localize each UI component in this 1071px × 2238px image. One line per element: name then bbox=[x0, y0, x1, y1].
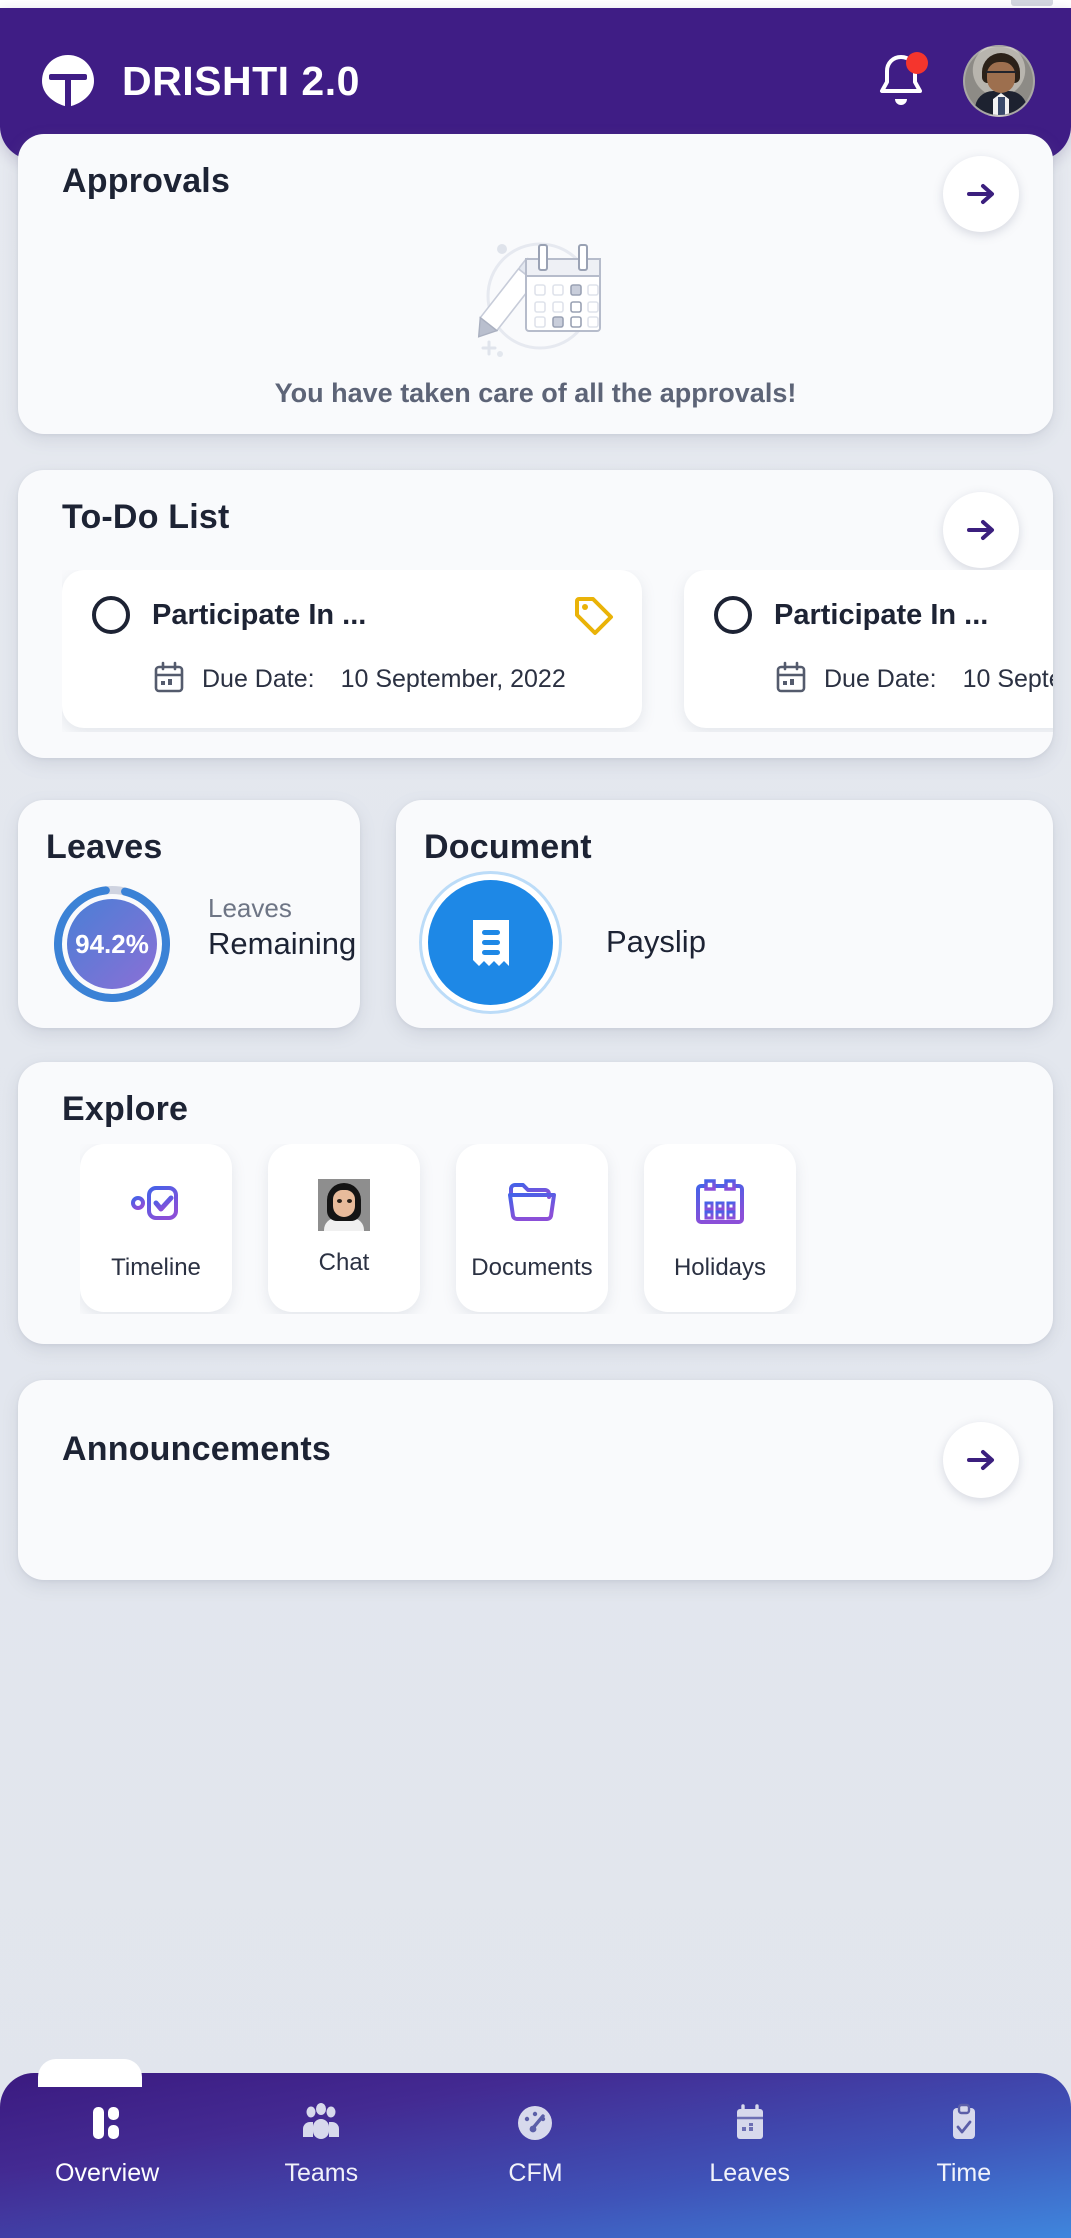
status-notch bbox=[1011, 0, 1053, 6]
explore-item-label: Documents bbox=[471, 1253, 593, 1281]
announcements-title: Announcements bbox=[62, 1430, 331, 1468]
explore-item-documents[interactable]: Documents bbox=[456, 1144, 608, 1312]
people-icon bbox=[297, 2099, 345, 2147]
todo-item-name: Participate In ... bbox=[152, 598, 367, 631]
receipt-icon[interactable] bbox=[428, 880, 553, 1005]
document-title: Document bbox=[424, 828, 592, 866]
timeline-check-icon bbox=[128, 1175, 184, 1236]
leaves-gauge: 94.2% bbox=[54, 886, 170, 1002]
calendar-leaves-icon bbox=[726, 2099, 774, 2147]
approvals-arrow-button[interactable] bbox=[943, 156, 1019, 232]
document-label: Payslip bbox=[606, 924, 706, 959]
notification-button[interactable] bbox=[873, 51, 929, 111]
explore-item-holidays[interactable]: Holidays bbox=[644, 1144, 796, 1312]
app-title: DRISHTI 2.0 bbox=[122, 57, 360, 104]
approvals-empty-message: You have taken care of all the approvals… bbox=[274, 378, 797, 408]
announcements-arrow-button[interactable] bbox=[943, 1422, 1019, 1498]
nav-item-label: Leaves bbox=[709, 2159, 790, 2187]
nav-item-time[interactable]: Time bbox=[869, 2099, 1059, 2188]
brand: DRISHTI 2.0 bbox=[36, 49, 360, 113]
todo-item-head: Participate In ... bbox=[714, 596, 1053, 634]
explore-item-label: Chat bbox=[318, 1249, 370, 1276]
approvals-card: Approvals You have taken care of all the… bbox=[18, 134, 1053, 434]
todo-item-name: Participate In ... bbox=[774, 598, 989, 631]
bottom-navigation: Overview Teams CFM Leaves Time bbox=[0, 2059, 1071, 2238]
notification-badge-dot bbox=[906, 52, 928, 74]
todo-item-due: Due Date: 10 September, 2022 bbox=[714, 660, 1053, 699]
list-item[interactable]: Participate In ... bbox=[684, 570, 1053, 728]
todo-title: To-Do List bbox=[62, 498, 230, 536]
leaves-percent: 94.2% bbox=[75, 928, 149, 959]
explore-card: Explore Timeline Chat Documents Holidays bbox=[18, 1062, 1053, 1344]
explore-item-chat[interactable]: Chat bbox=[268, 1144, 420, 1312]
todo-due-value: 10 September, 2022 bbox=[340, 665, 566, 693]
todo-card: To-Do List Participate In ... Due Date: … bbox=[18, 470, 1053, 758]
nav-item-label: Teams bbox=[284, 2159, 359, 2187]
announcements-card: Announcements bbox=[18, 1380, 1053, 1580]
drishti-logo-icon bbox=[36, 49, 100, 113]
todo-arrow-button[interactable] bbox=[943, 492, 1019, 568]
explore-item-timeline[interactable]: Timeline bbox=[80, 1144, 232, 1312]
folder-icon bbox=[504, 1175, 560, 1236]
circle-unchecked-icon[interactable] bbox=[92, 596, 130, 634]
explore-item-label: Timeline bbox=[111, 1253, 201, 1281]
avatar[interactable] bbox=[963, 45, 1035, 117]
explore-item-label: Holidays bbox=[673, 1253, 767, 1281]
arrow-right-icon bbox=[967, 1450, 994, 1470]
leaves-caption-bottom: Remaining bbox=[208, 925, 357, 961]
calendar-icon bbox=[774, 660, 808, 699]
arrow-right-icon bbox=[967, 520, 994, 540]
nav-item-cfm[interactable]: CFM bbox=[440, 2099, 630, 2188]
calendar-icon bbox=[152, 660, 186, 699]
todo-item-head: Participate In ... bbox=[92, 596, 612, 634]
nav-item-teams[interactable]: Teams bbox=[226, 2099, 416, 2188]
nav-item-label: Overview bbox=[55, 2159, 160, 2187]
nav-item-label: Time bbox=[936, 2159, 992, 2187]
explore-list[interactable]: Timeline Chat Documents Holidays bbox=[80, 1144, 1053, 1314]
arrow-right-icon bbox=[967, 184, 994, 204]
gauge-icon bbox=[511, 2099, 559, 2147]
todo-item-due: Due Date: 10 September, 2022 bbox=[92, 660, 612, 699]
nav-active-notch bbox=[38, 2059, 142, 2087]
leaves-caption: Leaves Remaining bbox=[208, 892, 357, 963]
nav-item-overview[interactable]: Overview bbox=[12, 2099, 202, 2188]
leaves-title: Leaves bbox=[46, 828, 163, 866]
circle-unchecked-icon[interactable] bbox=[714, 596, 752, 634]
document-card[interactable]: Document Payslip bbox=[396, 800, 1053, 1028]
todo-list[interactable]: Participate In ... Due Date: 10 Septembe… bbox=[62, 570, 1053, 732]
app-root: DRISHTI 2.0 Approvals You have taken car… bbox=[0, 0, 1071, 2238]
approvals-title: Approvals bbox=[62, 162, 231, 200]
chat-avatar-icon bbox=[318, 1179, 370, 1231]
calendar-pencil-illustration bbox=[18, 226, 1053, 366]
tag-icon bbox=[572, 594, 616, 643]
todo-due-label: Due Date: bbox=[824, 665, 937, 693]
clipboard-check-icon bbox=[940, 2099, 988, 2147]
explore-title: Explore bbox=[62, 1090, 189, 1128]
dashboard-icon bbox=[83, 2099, 131, 2147]
leaves-card[interactable]: Leaves 94.2% Leaves Remaining bbox=[18, 800, 360, 1028]
list-item[interactable]: Participate In ... bbox=[62, 570, 642, 728]
calendar-grid-icon bbox=[692, 1175, 748, 1236]
leaves-caption-top: Leaves bbox=[208, 893, 292, 923]
nav-item-label: CFM bbox=[508, 2159, 563, 2187]
todo-due-label: Due Date: bbox=[202, 665, 315, 693]
todo-due-value: 10 September, 2022 bbox=[962, 665, 1053, 693]
header-actions bbox=[873, 45, 1035, 117]
nav-item-leaves[interactable]: Leaves bbox=[655, 2099, 845, 2188]
